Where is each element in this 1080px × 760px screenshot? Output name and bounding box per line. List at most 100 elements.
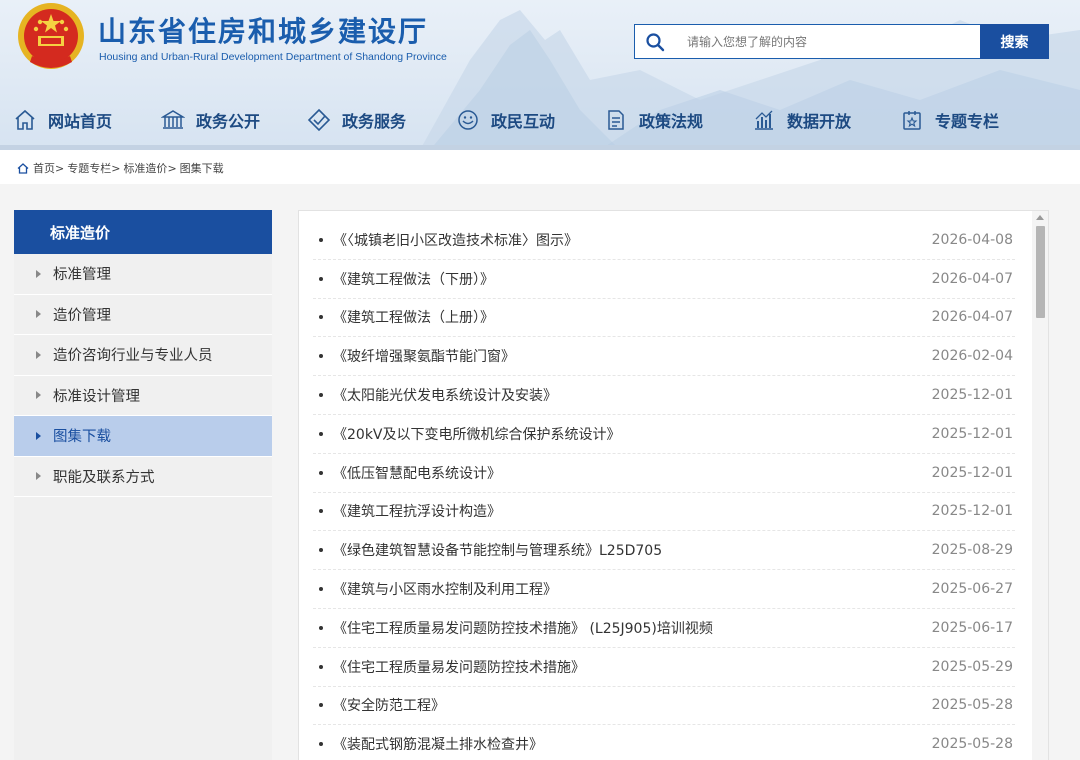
topic-icon [899, 107, 925, 133]
list-item[interactable]: 《安全防范工程》 2025-05-28 [313, 687, 1015, 726]
list-item[interactable]: 《住宅工程质量易发问题防控技术措施》 (L25J905)培训视频 2025-06-… [313, 609, 1015, 648]
sidebar: 标准造价 标准管理 造价管理 造价咨询行业与专业人员 标准设计管理 图集下载 职… [14, 210, 272, 760]
list-item[interactable]: 《住宅工程质量易发问题防控技术措施》 2025-05-29 [313, 648, 1015, 687]
nav-label: 专题专栏 [935, 112, 1000, 131]
sidebar-item-label: 图集下载 [53, 429, 111, 446]
caret-right-icon [36, 350, 41, 359]
item-date: 2025-05-28 [931, 736, 1013, 753]
scroll-up-arrow-icon[interactable] [1036, 215, 1044, 220]
item-title[interactable]: 《安全防范工程》 [333, 695, 932, 715]
bullet-icon [319, 237, 323, 242]
item-date: 2025-05-29 [931, 658, 1013, 675]
item-date: 2025-12-01 [931, 464, 1013, 481]
list-item[interactable]: 《装配式钢筋混凝土排水检查井》 2025-05-28 [313, 725, 1015, 760]
list-item[interactable]: 《建筑工程做法（下册）》 2026-04-07 [313, 260, 1015, 299]
nav-item-gov-service[interactable]: 政务服务 [306, 98, 406, 142]
item-title[interactable]: 《玻纤增强聚氨酯节能门窗》 [333, 346, 932, 366]
sidebar-item-label: 标准设计管理 [53, 388, 140, 405]
item-title[interactable]: 《建筑工程抗浮设计构造》 [333, 501, 932, 521]
list-item[interactable]: 《20kV及以下变电所微机综合保护系统设计》 2025-12-01 [313, 415, 1015, 454]
bullet-icon [319, 548, 323, 553]
nav-label: 政策法规 [639, 112, 704, 131]
sidebar-item-label: 造价管理 [53, 307, 111, 324]
item-title[interactable]: 《20kV及以下变电所微机综合保护系统设计》 [333, 424, 932, 444]
sidebar-item-atlas-download[interactable]: 图集下载 [14, 416, 272, 457]
sidebar-item-standard-management[interactable]: 标准管理 [14, 254, 272, 295]
bullet-icon [319, 587, 323, 592]
list-item[interactable]: 《〈城镇老旧小区改造技术标准〉图示》 2026-04-08 [313, 221, 1015, 260]
sidebar-item-label: 造价咨询行业与专业人员 [53, 348, 213, 365]
atlas-list-panel: 《〈城镇老旧小区改造技术标准〉图示》 2026-04-08 《建筑工程做法（下册）… [298, 210, 1049, 760]
nav-label: 数据开放 [787, 112, 852, 131]
list-item[interactable]: 《太阳能光伏发电系统设计及安装》 2025-12-01 [313, 376, 1015, 415]
item-title[interactable]: 《绿色建筑智慧设备节能控制与管理系统》L25D705 [333, 540, 932, 560]
bullet-icon [319, 315, 323, 320]
breadcrumb-item-standards[interactable]: 标准造价 [123, 160, 167, 176]
breadcrumb-item-topics[interactable]: 专题专栏 [67, 160, 111, 176]
item-date: 2025-12-01 [931, 503, 1013, 520]
nav-item-policy[interactable]: 政策法规 [603, 98, 703, 142]
bullet-icon [319, 431, 323, 436]
nav-item-gov-affairs[interactable]: 政务公开 [160, 98, 260, 142]
nav-item-interaction[interactable]: 政民互动 [455, 98, 555, 142]
breadcrumb-separator: > [55, 161, 65, 175]
sidebar-item-cost-management[interactable]: 造价管理 [14, 295, 272, 335]
item-title[interactable]: 《太阳能光伏发电系统设计及安装》 [333, 385, 932, 405]
national-emblem-icon [18, 3, 84, 69]
vertical-scrollbar[interactable] [1032, 211, 1048, 760]
breadcrumb-item-home[interactable]: 首页 [33, 160, 55, 176]
search-button[interactable]: 搜索 [980, 24, 1049, 59]
item-title[interactable]: 《建筑与小区雨水控制及利用工程》 [333, 579, 932, 599]
list-item[interactable]: 《建筑与小区雨水控制及利用工程》 2025-06-27 [313, 570, 1015, 609]
breadcrumb-bar: 首页 > 专题专栏 > 标准造价 > 图集下载 [0, 150, 1080, 184]
sidebar-item-cost-consulting[interactable]: 造价咨询行业与专业人员 [14, 335, 272, 376]
list-item[interactable]: 《建筑工程做法（上册）》 2026-04-07 [313, 299, 1015, 338]
item-title[interactable]: 《低压智慧配电系统设计》 [333, 463, 932, 483]
item-title[interactable]: 《建筑工程做法（上册）》 [333, 307, 932, 327]
bullet-icon [319, 393, 323, 398]
breadcrumb-separator: > [111, 161, 121, 175]
item-date: 2025-08-29 [931, 542, 1013, 559]
sidebar-item-contact[interactable]: 职能及联系方式 [14, 457, 272, 497]
nav-label: 网站首页 [48, 112, 113, 131]
bullet-icon [319, 354, 323, 359]
nav-item-home[interactable]: 网站首页 [12, 98, 112, 142]
breadcrumb-item-current[interactable]: 图集下载 [180, 160, 224, 176]
list-item[interactable]: 《玻纤增强聚氨酯节能门窗》 2026-02-04 [313, 337, 1015, 377]
item-title[interactable]: 《装配式钢筋混凝土排水检查井》 [333, 734, 932, 754]
nav-item-topics[interactable]: 专题专栏 [899, 98, 999, 142]
list-item[interactable]: 《低压智慧配电系统设计》 2025-12-01 [313, 454, 1015, 493]
item-title[interactable]: 《住宅工程质量易发问题防控技术措施》 (L25J905)培训视频 [333, 618, 932, 638]
breadcrumb: 首页 > 专题专栏 > 标准造价 > 图集下载 [17, 160, 224, 176]
caret-right-icon [36, 391, 41, 400]
interaction-icon [455, 107, 481, 133]
building-icon [160, 107, 186, 133]
service-icon [306, 107, 332, 133]
bullet-icon [319, 625, 323, 630]
item-title[interactable]: 《建筑工程做法（下册）》 [333, 269, 932, 289]
item-date: 2026-04-07 [931, 270, 1013, 287]
search-input[interactable] [687, 34, 967, 49]
sidebar-item-design-management[interactable]: 标准设计管理 [14, 376, 272, 416]
item-date: 2025-06-27 [931, 581, 1013, 598]
sidebar-item-label: 标准管理 [53, 267, 111, 284]
site-title[interactable]: 山东省住房和城乡建设厅 [98, 10, 428, 50]
sidebar-item-label: 职能及联系方式 [53, 469, 155, 486]
list-item[interactable]: 《建筑工程抗浮设计构造》 2025-12-01 [313, 493, 1015, 532]
list-item[interactable]: 《绿色建筑智慧设备节能控制与管理系统》L25D705 2025-08-29 [313, 531, 1015, 571]
item-date: 2025-06-17 [931, 619, 1013, 636]
item-title[interactable]: 《〈城镇老旧小区改造技术标准〉图示》 [333, 230, 932, 250]
nav-item-open-data[interactable]: 数据开放 [751, 98, 851, 142]
item-date: 2026-04-08 [931, 231, 1013, 248]
sidebar-title: 标准造价 [14, 210, 272, 254]
home-icon [17, 162, 29, 174]
bullet-icon [319, 703, 323, 708]
scrollbar-thumb[interactable] [1036, 226, 1045, 318]
caret-right-icon [36, 431, 41, 440]
item-date: 2026-04-07 [931, 309, 1013, 326]
breadcrumb-separator: > [167, 161, 177, 175]
site-subtitle: Housing and Urban-Rural Development Depa… [99, 51, 447, 63]
document-icon [603, 107, 629, 133]
item-title[interactable]: 《住宅工程质量易发问题防控技术措施》 [333, 657, 932, 677]
caret-right-icon [36, 269, 41, 278]
